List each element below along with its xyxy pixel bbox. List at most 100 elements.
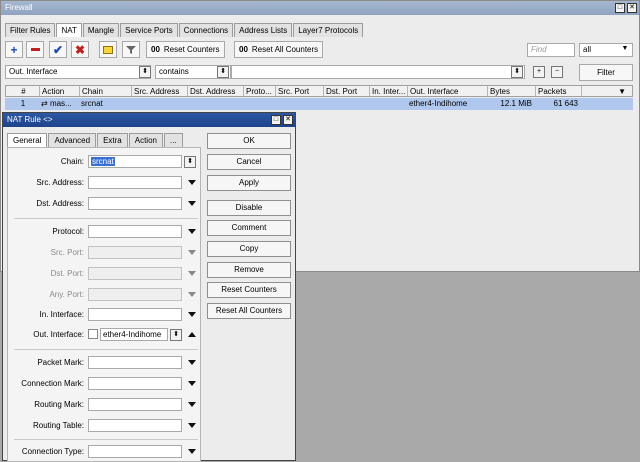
out-interface-dropdown-icon[interactable]: ⬍: [170, 329, 182, 341]
chevron-down-icon[interactable]: [188, 423, 196, 428]
dst-port-field: [88, 267, 182, 280]
nat-dialog-tabs: General Advanced Extra Action ...: [7, 133, 184, 147]
note-icon[interactable]: [99, 41, 117, 58]
src-port-row: Src. Port:: [8, 246, 202, 260]
tab-address-lists[interactable]: Address Lists: [234, 23, 293, 37]
column-header[interactable]: Dst. Address: [188, 86, 244, 96]
chevron-down-icon[interactable]: [188, 381, 196, 386]
chain-dropdown-icon[interactable]: ⬍: [184, 156, 196, 168]
connection-mark-field[interactable]: [88, 377, 182, 390]
plus-icon[interactable]: +: [5, 41, 23, 58]
tab-general[interactable]: General: [7, 133, 48, 147]
column-header[interactable]: Src. Port: [276, 86, 324, 96]
column-header[interactable]: #: [6, 86, 40, 96]
scope-select[interactable]: all ▼: [579, 43, 633, 57]
copy-button[interactable]: Copy: [207, 241, 291, 257]
tab-connections[interactable]: Connections: [178, 23, 234, 37]
tab-nat[interactable]: NAT: [56, 23, 82, 37]
close-icon[interactable]: ✕: [627, 3, 637, 13]
firewall-titlebar[interactable]: Firewall □ ✕: [1, 1, 639, 15]
filter-button[interactable]: Filter: [579, 64, 633, 81]
table-row[interactable]: 1 ⇄ mas... srcnat ether4-Indihome 12.1 M…: [5, 98, 633, 110]
column-header[interactable]: Out. Interface: [408, 86, 488, 96]
dst-address-field[interactable]: [88, 197, 182, 210]
dst-port-label: Dst. Port:: [50, 269, 84, 278]
column-header[interactable]: Dst. Port: [324, 86, 370, 96]
minus-icon[interactable]: [26, 41, 44, 58]
tab-advanced[interactable]: Advanced: [48, 133, 97, 147]
src-port-field: [88, 246, 182, 259]
funnel-icon[interactable]: [122, 41, 140, 58]
connection-type-row: Connection Type:: [8, 445, 202, 459]
filter-operator-dropdown-icon[interactable]: ⬍: [217, 66, 229, 78]
filter-value-input[interactable]: [231, 65, 525, 79]
add-filter-icon[interactable]: +: [533, 66, 545, 78]
x-icon[interactable]: ✖: [71, 41, 89, 58]
chain-row: Chain: srcnat ⬍: [8, 155, 202, 169]
chevron-up-icon[interactable]: [188, 332, 196, 337]
nat-rule-dialog: NAT Rule <> □ ✕ General Advanced Extra A…: [2, 112, 296, 462]
restore-icon[interactable]: □: [271, 115, 281, 125]
chevron-down-icon[interactable]: [188, 229, 196, 234]
chevron-down-icon[interactable]: [188, 201, 196, 206]
filter-field-dropdown-icon[interactable]: ⬍: [139, 66, 151, 78]
in-interface-field[interactable]: [88, 308, 182, 321]
tab-extra[interactable]: Extra: [97, 133, 128, 147]
ok-button[interactable]: OK: [207, 133, 291, 149]
filter-field-select[interactable]: Out. Interface: [5, 65, 151, 79]
chevron-down-icon: ▼: [621, 45, 629, 52]
tab-layer7-protocols[interactable]: Layer7 Protocols: [293, 23, 364, 37]
chevron-down-icon[interactable]: [188, 312, 196, 317]
reset-all-counters-button[interactable]: Reset All Counters: [207, 303, 291, 319]
chevron-down-icon[interactable]: [188, 180, 196, 185]
chain-field[interactable]: srcnat: [88, 155, 182, 168]
comment-button[interactable]: Comment: [207, 220, 291, 236]
routing-mark-field[interactable]: [88, 398, 182, 411]
column-header[interactable]: Action: [40, 86, 80, 96]
reset-all-counters-button[interactable]: 00 Reset All Counters: [234, 41, 324, 58]
routing-table-label: Routing Table:: [33, 421, 84, 430]
chevron-down-icon[interactable]: [188, 449, 196, 454]
column-header[interactable]: Src. Address: [132, 86, 188, 96]
find-input[interactable]: Find: [527, 43, 575, 57]
tab-action[interactable]: Action: [128, 133, 163, 147]
cancel-button[interactable]: Cancel: [207, 154, 291, 170]
check-icon[interactable]: ✔: [49, 41, 67, 58]
apply-button[interactable]: Apply: [207, 175, 291, 191]
column-header[interactable]: Proto...: [244, 86, 276, 96]
out-interface-not-checkbox[interactable]: [88, 329, 98, 339]
routing-mark-row: Routing Mark:: [8, 398, 202, 412]
routing-table-field[interactable]: [88, 419, 182, 432]
out-interface-label: Out. Interface:: [33, 330, 84, 339]
nat-dialog-titlebar[interactable]: NAT Rule <> □ ✕: [3, 113, 295, 127]
tab-service-ports[interactable]: Service Ports: [120, 23, 178, 37]
column-header[interactable]: In. Inter...: [370, 86, 408, 96]
column-header[interactable]: Chain: [80, 86, 132, 96]
src-address-field[interactable]: [88, 176, 182, 189]
connection-type-field[interactable]: [88, 445, 182, 458]
remove-button[interactable]: Remove: [207, 262, 291, 278]
tab-filter-rules[interactable]: Filter Rules: [5, 23, 56, 37]
column-header[interactable]: Bytes: [488, 86, 536, 96]
close-icon[interactable]: ✕: [283, 115, 293, 125]
tab-more[interactable]: ...: [163, 133, 183, 147]
column-header[interactable]: Packets: [536, 86, 582, 96]
chevron-down-icon[interactable]: [188, 402, 196, 407]
packet-mark-field[interactable]: [88, 356, 182, 369]
restore-icon[interactable]: □: [615, 3, 625, 13]
reset-counters-button[interactable]: 00 Reset Counters: [146, 41, 225, 58]
chevron-down-icon[interactable]: [188, 360, 196, 365]
disable-button[interactable]: Disable: [207, 200, 291, 216]
out-interface-field[interactable]: ether4-Indihome: [100, 328, 168, 341]
protocol-label: Protocol:: [52, 227, 84, 236]
remove-filter-icon[interactable]: −: [551, 66, 563, 78]
any-port-label: Any. Port:: [49, 290, 84, 299]
protocol-field[interactable]: [88, 225, 182, 238]
rules-table-header: # Action Chain Src. Address Dst. Address…: [5, 85, 633, 97]
tab-mangle[interactable]: Mangle: [82, 23, 120, 37]
filter-value-dropdown-icon[interactable]: ⬍: [511, 66, 523, 78]
reset-counters-button[interactable]: Reset Counters: [207, 282, 291, 298]
columns-menu-icon[interactable]: ▼: [582, 86, 632, 96]
any-port-row: Any. Port:: [8, 288, 202, 302]
in-interface-label: In. Interface:: [39, 310, 84, 319]
